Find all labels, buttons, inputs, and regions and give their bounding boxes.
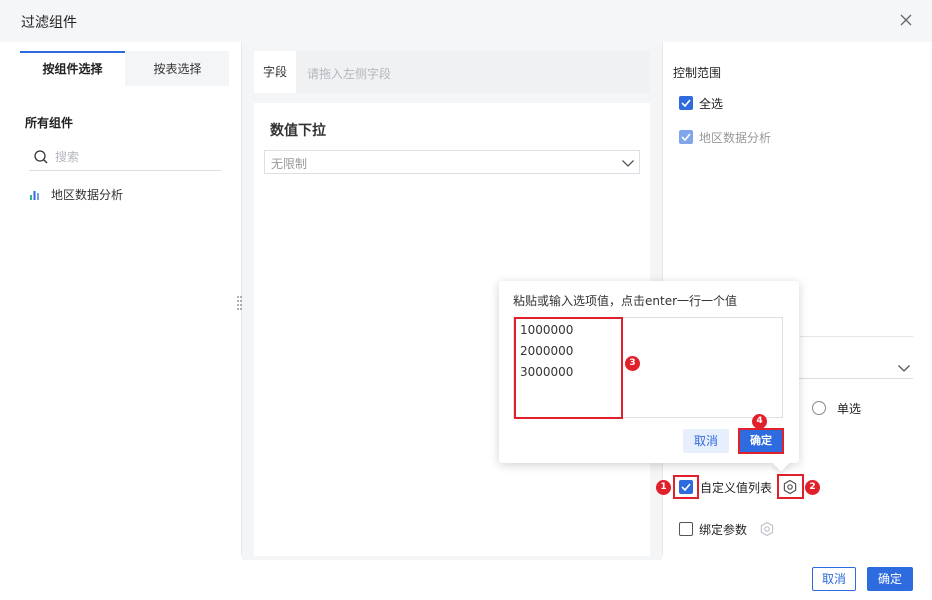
annotation-badge-1: 1 (656, 480, 671, 495)
popover-cancel-button[interactable]: 取消 (683, 429, 729, 453)
cancel-button[interactable]: 取消 (812, 567, 856, 591)
limit-dropdown-value: 无限制 (271, 157, 308, 171)
value-line: 2000000 (520, 344, 574, 358)
select-all-label: 全选 (699, 97, 724, 111)
control-range-title: 控制范围 (673, 66, 722, 80)
component-search (29, 143, 221, 171)
popover-hint: 粘贴或输入选项值，点击enter一行一个值 (513, 294, 738, 308)
chevron-down-icon (898, 365, 910, 372)
limit-dropdown[interactable]: 无限制 (264, 150, 640, 174)
annotation-box-4 (738, 428, 784, 454)
check-icon (681, 99, 691, 107)
field-drop-bar[interactable]: 字段 请拖入左侧字段 (254, 51, 650, 93)
custom-values-popover: 粘贴或输入选项值，点击enter一行一个值 1000000 2000000 30… (499, 281, 799, 472)
annotation-box-1 (673, 475, 699, 499)
annotation-badge-3: 3 (625, 356, 640, 371)
value-line: 3000000 (520, 365, 574, 379)
component-item-label: 地区数据分析 (51, 188, 124, 202)
check-icon (681, 133, 691, 141)
select-all-checkbox[interactable] (679, 96, 693, 110)
settings-divider (800, 336, 913, 337)
search-input[interactable] (55, 146, 215, 168)
dialog-header: 过滤组件 (0, 0, 932, 42)
close-icon[interactable] (898, 12, 914, 28)
setting-dropdown[interactable] (799, 357, 913, 379)
value-line: 1000000 (520, 323, 574, 337)
gear-icon-disabled[interactable] (759, 521, 775, 537)
bar-chart-icon (30, 191, 39, 200)
component-checkbox[interactable] (679, 130, 693, 144)
search-icon (34, 150, 48, 164)
field-label: 字段 (254, 51, 296, 93)
annotation-box-3: 1000000 2000000 3000000 (514, 317, 623, 419)
chevron-down-icon (622, 160, 634, 167)
left-panel: 按组件选择 按表选择 所有组件 地区数据分析 (0, 42, 240, 560)
field-drop-placeholder: 请拖入左侧字段 (307, 67, 392, 81)
custom-list-label: 自定义值列表 (700, 481, 773, 495)
single-select-radio[interactable] (812, 401, 826, 415)
annotation-badge-2: 2 (805, 480, 820, 495)
tab-by-component[interactable]: 按组件选择 (20, 51, 125, 86)
component-checkbox-label: 地区数据分析 (699, 131, 772, 145)
widget-title: 数值下拉 (270, 123, 326, 139)
tab-by-table[interactable]: 按表选择 (125, 51, 230, 86)
bind-param-label: 绑定参数 (699, 523, 748, 537)
confirm-button[interactable]: 确定 (867, 567, 913, 591)
bind-param-checkbox[interactable] (679, 522, 693, 536)
selection-tabs: 按组件选择 按表选择 (20, 51, 229, 86)
all-components-title: 所有组件 (25, 116, 74, 130)
annotation-box-2 (777, 474, 804, 499)
annotation-badge-4: 4 (752, 414, 767, 429)
dialog-title: 过滤组件 (21, 15, 77, 31)
single-select-label: 单选 (837, 402, 862, 416)
